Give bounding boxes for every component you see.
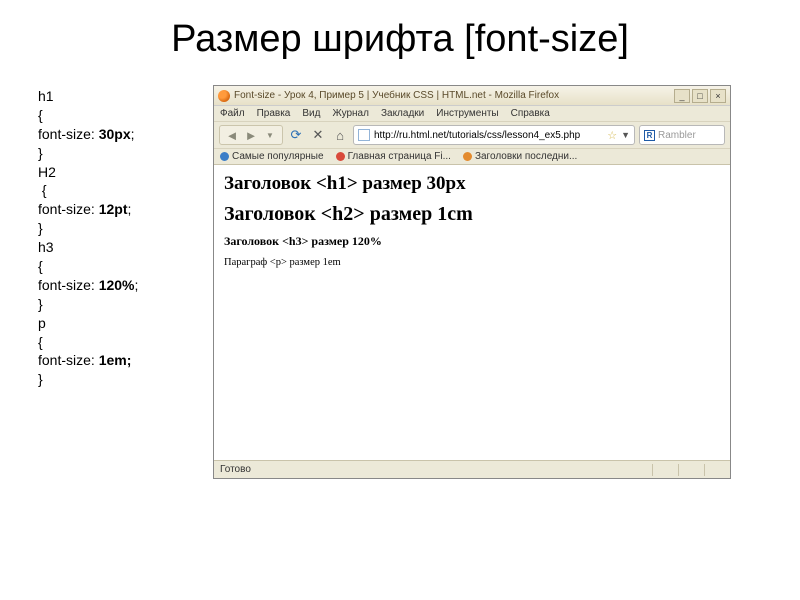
code-line: h1 (38, 87, 203, 106)
code-line: H2 (38, 163, 203, 182)
bookmark-fi[interactable]: Главная страница Fi... (336, 151, 451, 162)
code-line: { (38, 181, 203, 200)
browser-window: Font-size - Урок 4, Пример 5 | Учебник C… (213, 85, 731, 479)
back-button[interactable]: ◄ (224, 127, 240, 143)
code-line: font-size: 30px; (38, 125, 203, 144)
page-viewport: Заголовок <h1> размер 30px Заголовок <h2… (214, 165, 730, 460)
folder-icon (220, 152, 229, 161)
url-text: http://ru.html.net/tutorials/css/lesson4… (374, 130, 603, 141)
bookmarks-toolbar: Самые популярные Главная страница Fi... … (214, 149, 730, 165)
rendered-p: Параграф <p> размер 1em (224, 257, 720, 268)
menu-view[interactable]: Вид (302, 108, 320, 119)
code-line: font-size: 12pt; (38, 200, 203, 219)
reload-button[interactable]: ⟳ (287, 126, 305, 144)
page-icon (358, 129, 370, 141)
site-icon (336, 152, 345, 161)
code-line: { (38, 333, 203, 352)
css-code-block: h1 { font-size: 30px; } H2 { font-size: … (38, 85, 203, 479)
rendered-h2: Заголовок <h2> размер 1cm (224, 203, 720, 226)
bookmark-popular[interactable]: Самые популярные (220, 151, 324, 162)
bookmark-star-icon[interactable]: ☆ (607, 129, 617, 142)
code-line: { (38, 257, 203, 276)
code-line: font-size: 1em; (38, 351, 203, 370)
minimize-button[interactable]: _ (674, 89, 690, 103)
menu-tools[interactable]: Инструменты (436, 108, 498, 119)
status-segment (652, 464, 672, 476)
menu-bookmarks[interactable]: Закладки (381, 108, 424, 119)
status-segment (704, 464, 724, 476)
close-button[interactable]: × (710, 89, 726, 103)
rendered-h3: Заголовок <h3> размер 120% (224, 234, 720, 249)
menu-help[interactable]: Справка (511, 108, 550, 119)
code-line: } (38, 144, 203, 163)
code-line: p (38, 314, 203, 333)
rendered-h1: Заголовок <h1> размер 30px (224, 173, 720, 195)
window-titlebar: Font-size - Урок 4, Пример 5 | Учебник C… (214, 86, 730, 106)
address-bar[interactable]: http://ru.html.net/tutorials/css/lesson4… (353, 125, 635, 145)
status-text: Готово (220, 464, 251, 475)
menu-history[interactable]: Журнал (332, 108, 369, 119)
status-bar: Готово (214, 460, 730, 478)
menu-file[interactable]: Файл (220, 108, 245, 119)
code-line: } (38, 219, 203, 238)
history-dropdown-icon[interactable]: ▼ (262, 127, 278, 143)
firefox-icon (218, 90, 230, 102)
home-button[interactable]: ⌂ (331, 126, 349, 144)
search-placeholder: Rambler (658, 130, 696, 141)
code-line: h3 (38, 238, 203, 257)
feed-icon (463, 152, 472, 161)
menu-bar: Файл Правка Вид Журнал Закладки Инструме… (214, 106, 730, 122)
search-box[interactable]: R Rambler (639, 125, 725, 145)
navigation-toolbar: ◄ ► ▼ ⟳ ✕ ⌂ http://ru.html.net/tutorials… (214, 122, 730, 149)
code-line: } (38, 295, 203, 314)
rambler-icon: R (644, 130, 655, 141)
maximize-button[interactable]: □ (692, 89, 708, 103)
code-line: font-size: 120%; (38, 276, 203, 295)
bookmark-last[interactable]: Заголовки последни... (463, 151, 577, 162)
code-line: { (38, 106, 203, 125)
forward-button[interactable]: ► (243, 127, 259, 143)
slide-title: Размер шрифта [font-size] (0, 0, 800, 71)
stop-button[interactable]: ✕ (309, 126, 327, 144)
status-segment (678, 464, 698, 476)
code-line: } (38, 370, 203, 389)
menu-edit[interactable]: Правка (257, 108, 291, 119)
window-title: Font-size - Урок 4, Пример 5 | Учебник C… (234, 90, 674, 101)
url-dropdown-icon[interactable]: ▼ (621, 130, 630, 140)
